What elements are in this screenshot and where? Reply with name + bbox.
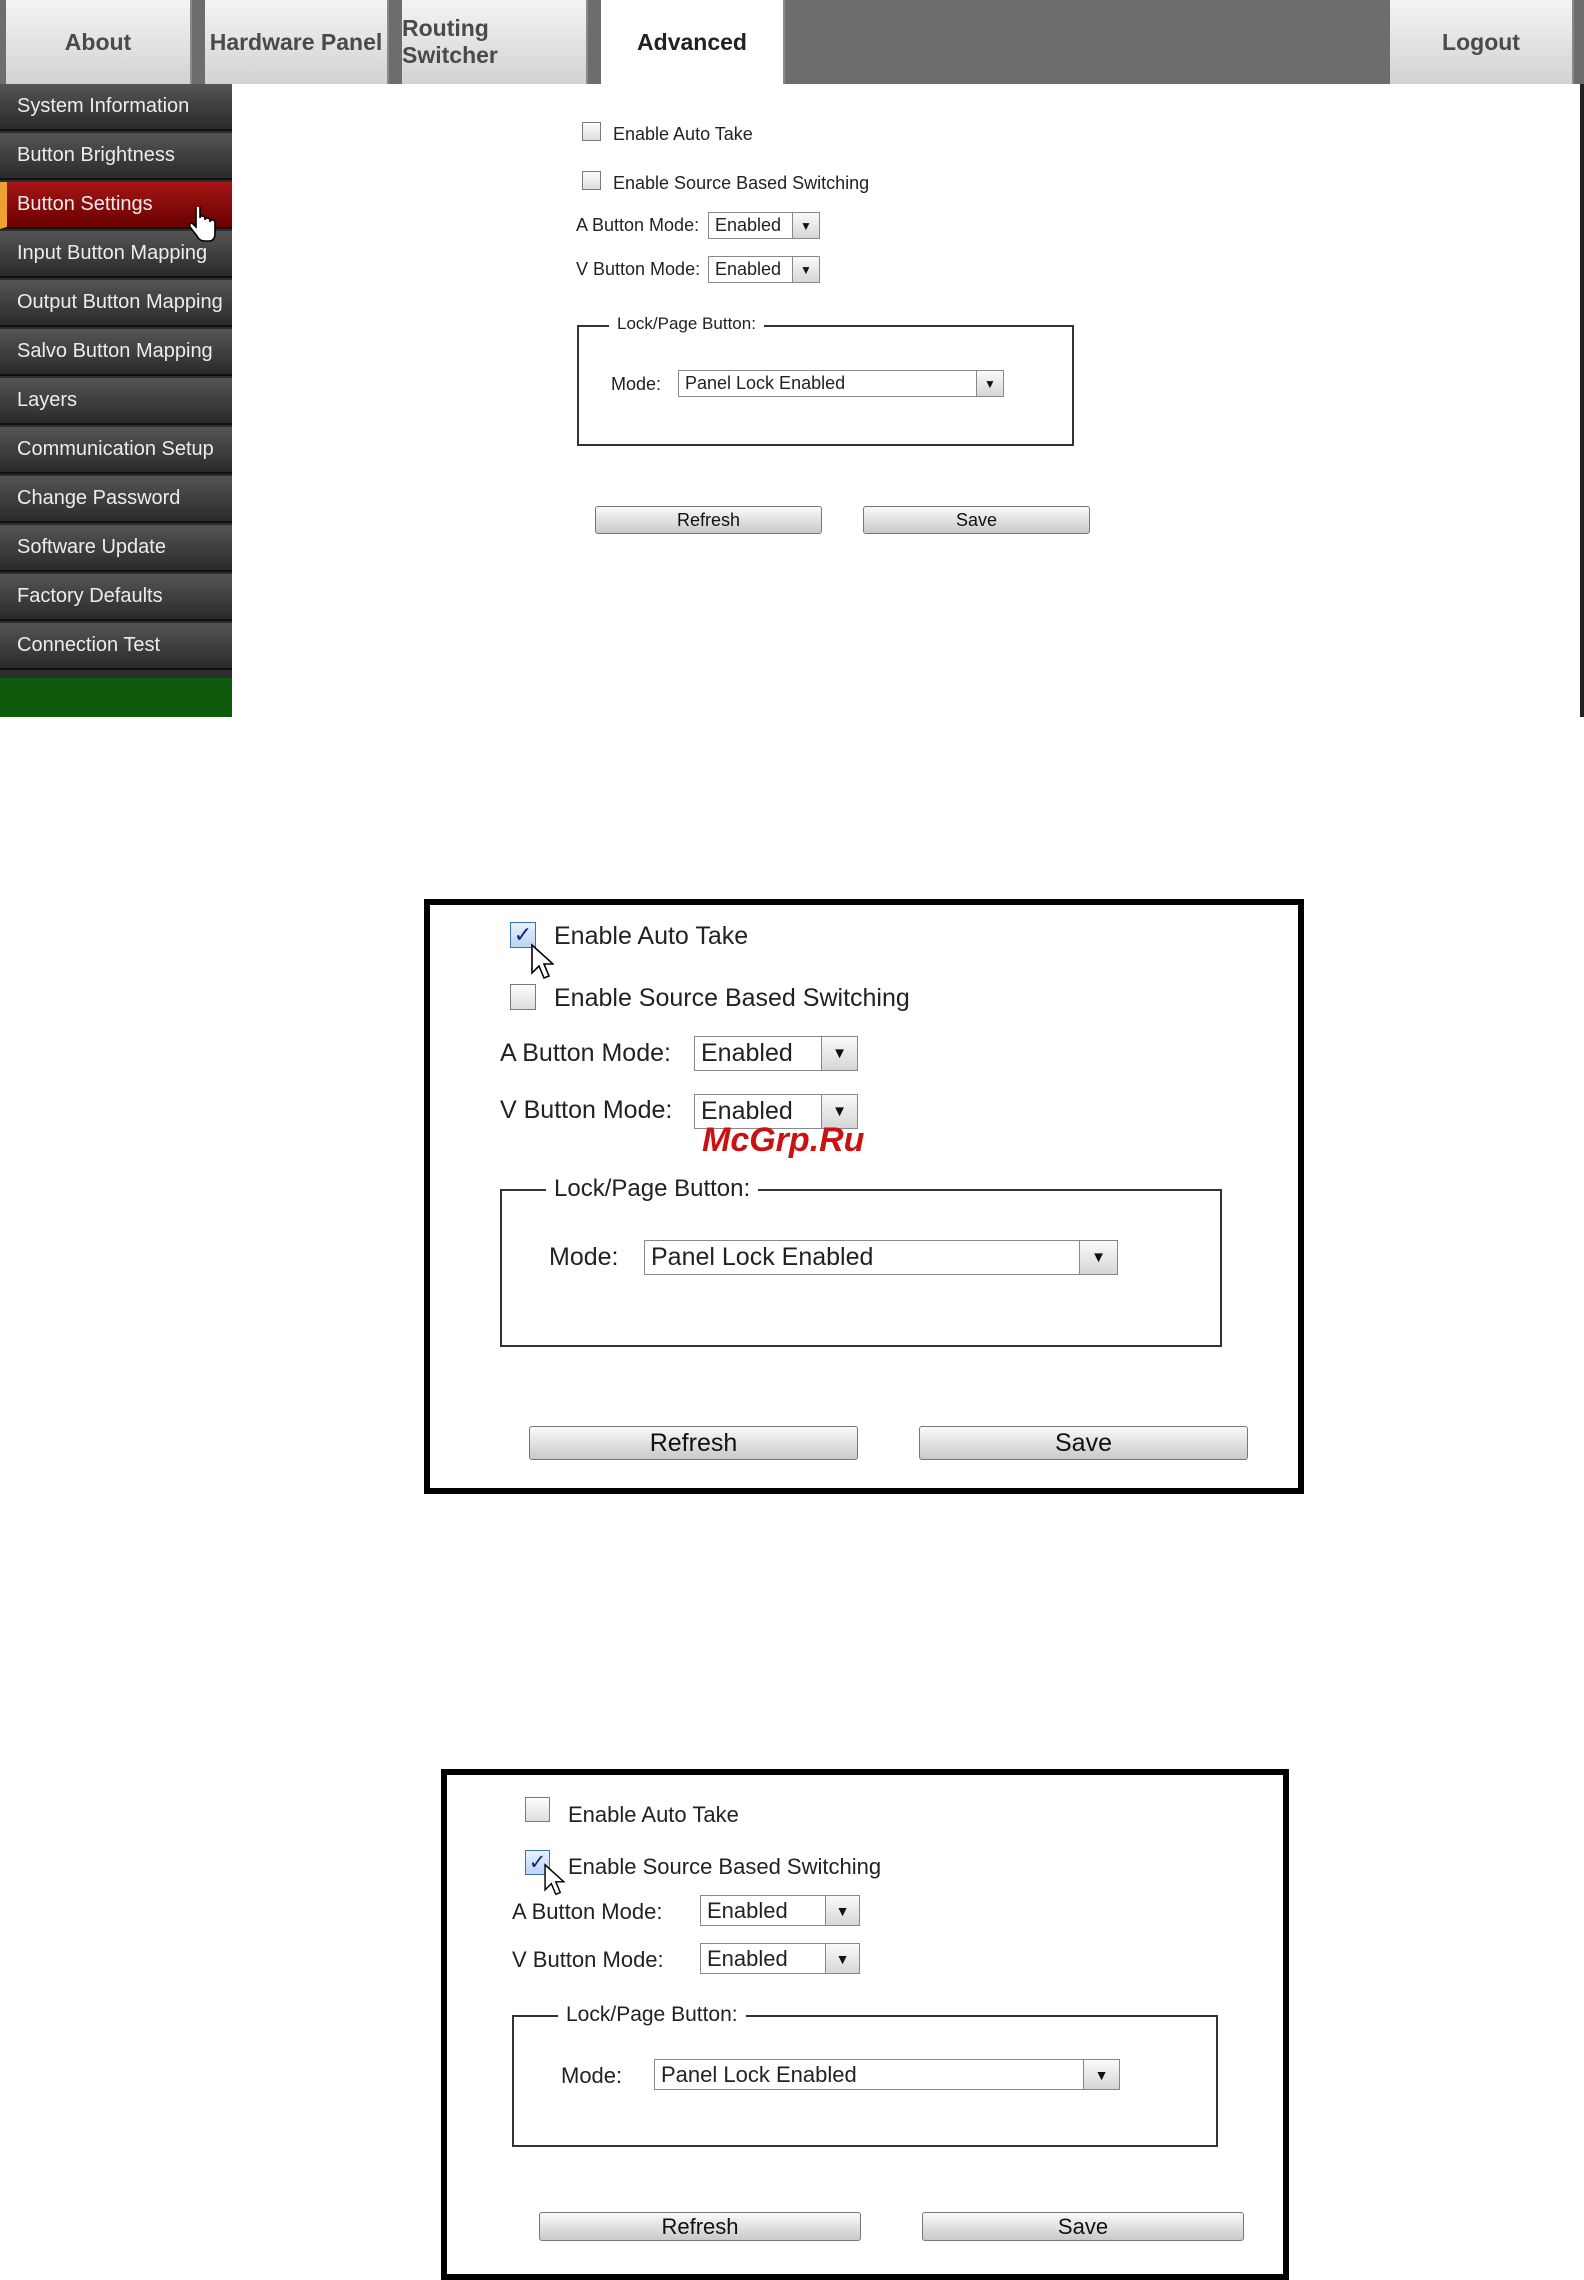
lock-page-fieldset: Lock/Page Button: Mode: Panel Lock Enabl…: [577, 314, 1074, 446]
sidebar-item-change-password[interactable]: Change Password: [0, 476, 232, 523]
lock-page-legend: Lock/Page Button:: [609, 314, 764, 334]
a-button-mode-select[interactable]: Enabled ▼: [700, 1895, 860, 1926]
v-button-mode-value: Enabled: [715, 259, 782, 279]
sidebar-footer: [0, 678, 232, 717]
checkmark-icon: [583, 172, 600, 189]
chevron-down-icon: ▼: [792, 213, 819, 238]
mode-value: Panel Lock Enabled: [651, 1243, 874, 1271]
auto-take-checkbox[interactable]: [525, 1797, 550, 1822]
sidebar-item-system-information[interactable]: System Information: [0, 84, 232, 131]
source-switching-label: Enable Source Based Switching: [568, 1854, 882, 1879]
source-switching-label: Enable Source Based Switching: [554, 984, 910, 1012]
lock-page-fieldset: Lock/Page Button: Mode: Panel Lock Enabl…: [512, 2003, 1218, 2147]
source-switching-checkbox[interactable]: [582, 171, 601, 190]
chevron-down-icon: ▼: [976, 371, 1003, 396]
save-button[interactable]: Save: [919, 1426, 1248, 1460]
mode-select[interactable]: Panel Lock Enabled ▼: [654, 2059, 1120, 2090]
mode-value: Panel Lock Enabled: [685, 373, 846, 393]
lock-page-fieldset: Lock/Page Button: Mode: Panel Lock Enabl…: [500, 1175, 1222, 1347]
v-button-mode-label: V Button Mode:: [512, 1947, 664, 1972]
sidebar-item-salvo-button-mapping[interactable]: Salvo Button Mapping: [0, 329, 232, 376]
window-right-border: [1580, 84, 1584, 717]
sidebar-item-communication-setup[interactable]: Communication Setup: [0, 427, 232, 474]
example-panel-auto-take: ✓ Enable Auto Take Enable Source Based S…: [424, 899, 1304, 1494]
a-button-mode-value: Enabled: [701, 1039, 793, 1067]
top-navigation-bar: About Hardware Panel Routing Switcher Ad…: [0, 0, 1584, 84]
auto-take-checkbox[interactable]: [582, 122, 601, 141]
v-button-mode-label: V Button Mode:: [576, 259, 701, 279]
refresh-button[interactable]: Refresh: [529, 1426, 858, 1460]
source-switching-label: Enable Source Based Switching: [613, 173, 870, 193]
sidebar-item-output-button-mapping[interactable]: Output Button Mapping: [0, 280, 232, 327]
arrow-cursor-icon: [531, 943, 554, 980]
sidebar-item-button-brightness[interactable]: Button Brightness: [0, 133, 232, 180]
auto-take-label: Enable Auto Take: [613, 124, 753, 144]
checkmark-icon: [583, 123, 600, 140]
sidebar-item-layers[interactable]: Layers: [0, 378, 232, 425]
checkmark-icon: [511, 985, 535, 1009]
a-button-mode-label: A Button Mode:: [576, 215, 700, 235]
a-button-mode-value: Enabled: [707, 1897, 788, 1923]
save-button[interactable]: Save: [922, 2212, 1244, 2241]
logout-button[interactable]: Logout: [1390, 0, 1574, 84]
arrow-cursor-icon: [544, 1863, 565, 1896]
tab-routing-switcher[interactable]: Routing Switcher: [402, 0, 588, 84]
app-window: About Hardware Panel Routing Switcher Ad…: [0, 0, 1584, 717]
mode-select[interactable]: Panel Lock Enabled ▼: [678, 370, 1004, 397]
source-switching-checkbox[interactable]: [510, 984, 536, 1010]
mode-value: Panel Lock Enabled: [661, 2061, 857, 2087]
auto-take-label: Enable Auto Take: [568, 1802, 739, 1827]
refresh-button[interactable]: Refresh: [595, 506, 822, 534]
chevron-down-icon: ▼: [792, 257, 819, 282]
a-button-mode-value: Enabled: [715, 215, 782, 235]
sidebar-item-factory-defaults[interactable]: Factory Defaults: [0, 574, 232, 621]
chevron-down-icon: ▼: [1083, 2060, 1119, 2089]
mode-label: Mode:: [611, 374, 662, 394]
auto-take-label: Enable Auto Take: [554, 922, 749, 950]
tab-hardware-panel[interactable]: Hardware Panel: [205, 0, 389, 84]
sidebar-item-software-update[interactable]: Software Update: [0, 525, 232, 572]
tab-about[interactable]: About: [6, 0, 192, 84]
a-button-mode-label: A Button Mode:: [512, 1899, 663, 1924]
v-button-mode-value: Enabled: [707, 1945, 788, 1971]
sidebar: System Information Button Brightness But…: [0, 84, 232, 717]
example-panel-source-switching: Enable Auto Take ✓ Enable Source Based S…: [441, 1769, 1289, 2280]
mode-label: Mode:: [549, 1243, 619, 1271]
hand-cursor-icon: [188, 207, 216, 242]
lock-page-legend: Lock/Page Button:: [558, 2003, 746, 2027]
v-button-mode-label: V Button Mode:: [500, 1096, 673, 1124]
chevron-down-icon: ▼: [825, 1944, 859, 1973]
mode-select[interactable]: Panel Lock Enabled ▼: [644, 1240, 1118, 1275]
checkmark-icon: [526, 1798, 549, 1821]
mode-label: Mode:: [561, 2063, 623, 2088]
a-button-mode-select[interactable]: Enabled ▼: [694, 1036, 858, 1071]
a-button-mode-label: A Button Mode:: [500, 1039, 671, 1067]
refresh-button[interactable]: Refresh: [539, 2212, 861, 2241]
v-button-mode-select[interactable]: Enabled ▼: [708, 256, 820, 283]
v-button-mode-select[interactable]: Enabled ▼: [700, 1943, 860, 1974]
tab-advanced[interactable]: Advanced: [601, 0, 785, 84]
watermark-text: McGrp.Ru: [702, 1121, 865, 1159]
a-button-mode-select[interactable]: Enabled ▼: [708, 212, 820, 239]
sidebar-item-connection-test[interactable]: Connection Test: [0, 623, 232, 670]
chevron-down-icon: ▼: [821, 1037, 857, 1070]
chevron-down-icon: ▼: [825, 1896, 859, 1925]
chevron-down-icon: ▼: [1079, 1241, 1117, 1274]
save-button[interactable]: Save: [863, 506, 1090, 534]
lock-page-legend: Lock/Page Button:: [546, 1175, 759, 1203]
